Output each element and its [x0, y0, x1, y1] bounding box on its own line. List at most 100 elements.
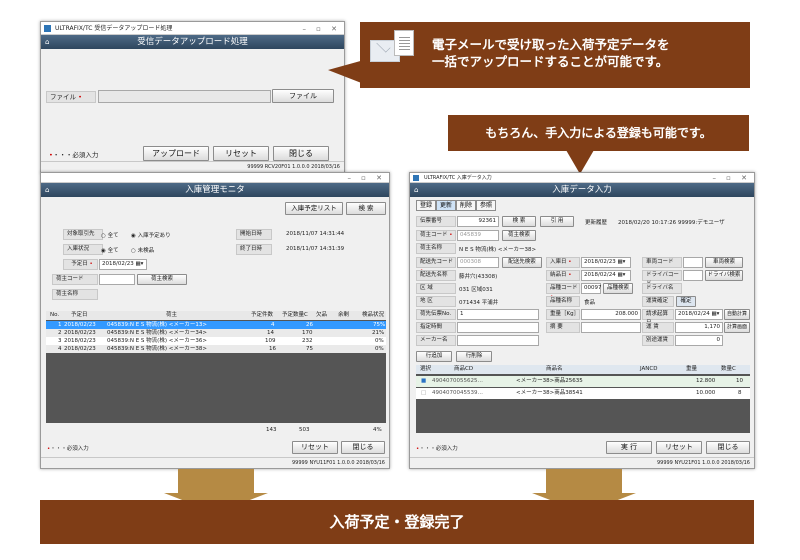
owner-search-button[interactable]: 荷主検索 — [137, 274, 187, 285]
history-label: 更新履歴 — [585, 220, 608, 226]
monitor-window: – ▫ ✕ ⌂ 入庫管理モニタ 入庫予定リスト 検 索 対象取引先 ○ 全て ◉ … — [40, 172, 390, 469]
required-note: •・・・必須入力 — [47, 446, 89, 452]
owner-search-button[interactable]: 荷主検索 — [502, 230, 536, 241]
upload-button[interactable]: アップロード — [143, 146, 209, 161]
fare-label: 運 賃 — [642, 322, 674, 333]
tab-update[interactable]: 更新 — [436, 200, 456, 211]
col-count: 予定件数 — [251, 312, 274, 318]
home-icon[interactable]: ⌂ — [45, 186, 49, 194]
status-uninspected-radio[interactable]: ○ 未検品 — [131, 246, 154, 254]
extra-fare-input[interactable]: 0 — [675, 335, 723, 346]
callout-email: 電子メールで受け取った入荷予定データを 一括でアップロードすることが可能です。 — [360, 22, 750, 88]
reset-button[interactable]: リセット — [292, 441, 338, 454]
reset-button[interactable]: リセット — [213, 146, 269, 161]
table-row[interactable]: 1 2018/02/23 045839:N E S 物流(株) <メーカー13> 4 2… — [46, 321, 386, 329]
search-button[interactable]: 検 索 — [502, 216, 536, 227]
driver-code-input[interactable] — [683, 270, 703, 281]
product-code-input[interactable]: 00097 — [581, 283, 602, 294]
tab-delete[interactable]: 削除 — [456, 200, 476, 211]
date-label: 予定日 • — [63, 259, 98, 270]
freight-confirm-button[interactable]: 確定 — [676, 296, 696, 307]
total-qty: 503 — [299, 427, 310, 433]
required-note: •・・・必須入力 — [49, 151, 99, 159]
add-row-button[interactable]: 行追加 — [416, 351, 452, 362]
billing-date-input[interactable]: 2018/02/24 ▦▾ — [675, 309, 723, 320]
document-icon — [394, 30, 414, 56]
target-arrival-radio[interactable]: ◉ 入庫予定あり — [131, 231, 171, 239]
arrival-date-input[interactable]: 2018/02/23 ▦▾ — [581, 257, 631, 268]
tab-register[interactable]: 登録 — [416, 200, 436, 211]
table-row[interactable]: ■ 4904070055625… <メーカー38>商品25635 12.800 … — [416, 376, 750, 387]
maker-input[interactable] — [457, 335, 539, 346]
vehicle-search-button[interactable]: 車両検索 — [705, 257, 743, 268]
shipper-slip-input[interactable]: 1 — [457, 309, 539, 320]
cite-button[interactable]: 引 用 — [540, 216, 574, 227]
owner-name-label: 荷主名称 — [416, 243, 456, 254]
col-surplus: 余剰 — [338, 312, 350, 318]
file-browse-button[interactable]: ファイル — [272, 89, 334, 103]
remarks-input[interactable] — [581, 322, 641, 333]
callout-email-line2: 一括でアップロードすることが可能です。 — [432, 54, 669, 69]
date-input[interactable]: 2018/02/23 ▦▾ — [99, 259, 147, 270]
dest-code-input[interactable]: 000308 — [457, 257, 499, 268]
owner-code-input[interactable]: 045839 — [457, 230, 499, 241]
delivery-date-input[interactable]: 2018/02/24 ▦▾ — [581, 270, 631, 281]
dest-name-label: 配送先名称 — [416, 270, 456, 281]
table-row[interactable]: 2 2018/02/23 045839:N E S 物流(株) <メーカー34> 14… — [46, 329, 386, 337]
weight-input[interactable]: 208.000 — [581, 309, 641, 320]
file-path-input[interactable] — [98, 90, 271, 103]
col-product-cd: 商品CD — [454, 366, 474, 372]
dest-search-button[interactable]: 配送先検索 — [502, 257, 542, 268]
product-code-label: 品種コード • — [546, 283, 580, 300]
entry-tabs: 登録 更新 削除 参照 — [416, 200, 502, 211]
auto-calc-button[interactable]: 自動計算 — [724, 309, 750, 320]
designated-time-input[interactable] — [457, 322, 539, 333]
tab-reference[interactable]: 参照 — [476, 200, 496, 211]
dest-name-value: 藤井穴(43308) — [459, 274, 498, 280]
table-header: 選択 商品CD 商品名 JANCD 重量 数量C — [416, 365, 750, 374]
arrow-left — [178, 469, 254, 493]
callout-pointer — [328, 60, 364, 84]
vehicle-code-input[interactable] — [683, 257, 703, 268]
arrival-list-button[interactable]: 入庫予定リスト — [285, 202, 343, 215]
callout-email-line1: 電子メールで受け取った入荷予定データを — [432, 37, 670, 52]
table-row[interactable]: □ 4904070045539… <メーカー38>商品38541 10.000 … — [416, 388, 750, 399]
entry-window: ULTRAFIX/TC 入庫データ入力 – ▫ ✕ ⌂ 入庫データ入力 登録 更新 … — [409, 172, 755, 469]
slip-input[interactable]: 92361 — [457, 216, 499, 227]
fare-input[interactable]: 1,170 — [675, 322, 723, 333]
table-row[interactable]: 3 2018/02/23 045839:N E S 物流(株) <メーカー36> 10… — [46, 337, 386, 345]
col-shortage: 欠品 — [316, 312, 328, 318]
driver-search-button[interactable]: ドライバ検索 — [705, 270, 743, 281]
dest-code-label: 配送先コード • — [416, 257, 456, 274]
reset-button[interactable]: リセット — [656, 441, 702, 454]
designated-time-label: 指定時間 — [416, 322, 456, 333]
status-bar: 99999 NYU21F01 1.0.0.0 2018/03/16 — [410, 457, 754, 468]
owner-code-input[interactable] — [99, 274, 135, 285]
col-owner: 荷主 — [166, 312, 178, 318]
table-row[interactable]: 4 2018/02/23 045839:N E S 物流(株) <メーカー38> 16… — [46, 345, 386, 353]
close-button[interactable]: 閉じる — [273, 146, 329, 161]
home-icon[interactable]: ⌂ — [414, 186, 418, 194]
delete-row-button[interactable]: 行削除 — [456, 351, 492, 362]
arrival-date-label: 入庫日 • — [546, 257, 580, 268]
window-controls[interactable]: – ▫ ✕ — [712, 173, 751, 183]
search-button[interactable]: 検 索 — [346, 202, 386, 215]
status-all-radio[interactable]: ◉ 全て — [101, 246, 119, 254]
close-button[interactable]: 閉じる — [341, 441, 385, 454]
upload-titlebar: ULTRAFIX/TC 受信データアップロード処理 – ▫ ✕ — [41, 22, 344, 35]
owner-code-label: 荷主コード — [52, 274, 98, 285]
product-search-button[interactable]: 品種検索 — [603, 283, 633, 294]
execute-button[interactable]: 実 行 — [606, 441, 652, 454]
total-rate: 4% — [373, 427, 382, 433]
owner-code-label: 荷主コード • — [416, 230, 456, 241]
monitor-header: ⌂ 入庫管理モニタ — [41, 183, 389, 197]
close-button[interactable]: 閉じる — [706, 441, 750, 454]
entry-titlebar: ULTRAFIX/TC 入庫データ入力 – ▫ ✕ — [410, 173, 754, 183]
window-controls[interactable]: – ▫ ✕ — [347, 173, 386, 183]
target-all-radio[interactable]: ○ 全て — [101, 231, 119, 239]
freight-label: 運賃確定 — [642, 296, 674, 307]
calc-screen-button[interactable]: 計算画面 — [724, 322, 750, 333]
owner-name-label: 荷主名称 — [52, 289, 98, 300]
home-icon[interactable]: ⌂ — [45, 38, 49, 46]
weight-label: 重量［Kg］ — [546, 309, 580, 320]
